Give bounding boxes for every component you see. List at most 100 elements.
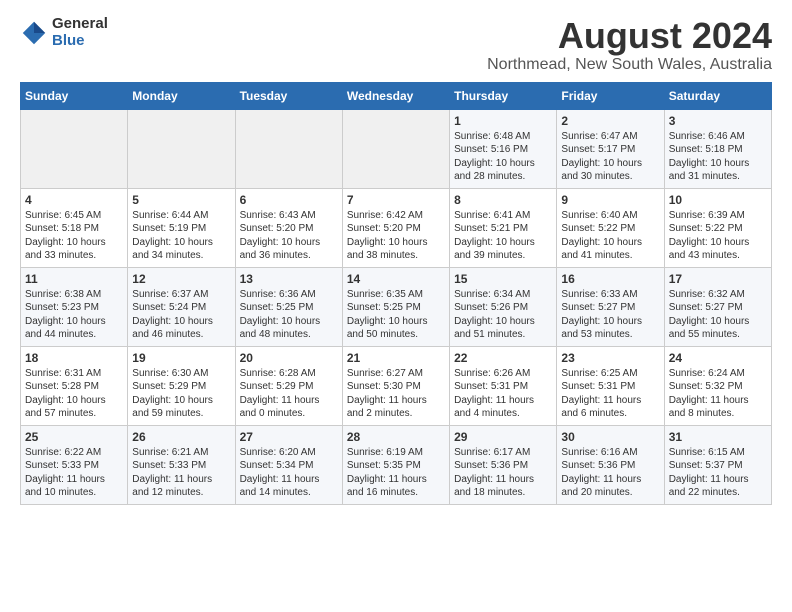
day-number: 24	[669, 351, 767, 365]
day-number: 16	[561, 272, 659, 286]
day-number: 21	[347, 351, 445, 365]
calendar-cell: 12 Sunrise: 6:37 AM Sunset: 5:24 PM Dayli…	[128, 267, 235, 346]
calendar-cell	[342, 109, 449, 188]
day-info: Sunrise: 6:38 AM Sunset: 5:23 PM Dayligh…	[25, 288, 123, 342]
day-number: 18	[25, 351, 123, 365]
logo-icon	[20, 19, 48, 47]
day-number: 13	[240, 272, 338, 286]
day-info: Sunrise: 6:30 AM Sunset: 5:29 PM Dayligh…	[132, 367, 230, 421]
calendar-subtitle: Northmead, New South Wales, Australia	[487, 56, 772, 74]
header: General Blue August 2024 Northmead, New …	[20, 16, 772, 74]
day-info: Sunrise: 6:27 AM Sunset: 5:30 PM Dayligh…	[347, 367, 445, 421]
day-number: 17	[669, 272, 767, 286]
day-number: 29	[454, 430, 552, 444]
calendar-cell: 25Sunrise: 6:22 AM Sunset: 5:33 PM Dayli…	[21, 425, 128, 504]
day-info: Sunrise: 6:24 AM Sunset: 5:32 PM Dayligh…	[669, 367, 767, 421]
calendar-cell: 6 Sunrise: 6:43 AM Sunset: 5:20 PM Daylig…	[235, 188, 342, 267]
day-info: Sunrise: 6:25 AM Sunset: 5:31 PM Dayligh…	[561, 367, 659, 421]
day-info: Sunrise: 6:28 AM Sunset: 5:29 PM Dayligh…	[240, 367, 338, 421]
weekday-header-monday: Monday	[128, 82, 235, 109]
calendar-cell: 20 Sunrise: 6:28 AM Sunset: 5:29 PM Dayli…	[235, 346, 342, 425]
calendar-cell: 2 Sunrise: 6:47 AM Sunset: 5:17 PM Daylig…	[557, 109, 664, 188]
week-row-1: 1 Sunrise: 6:48 AM Sunset: 5:16 PM Daylig…	[21, 109, 772, 188]
day-info: Sunrise: 6:39 AM Sunset: 5:22 PM Dayligh…	[669, 209, 767, 263]
calendar-cell	[21, 109, 128, 188]
day-info: Sunrise: 6:16 AM Sunset: 5:36 PM Dayligh…	[561, 446, 659, 500]
calendar-cell: 24 Sunrise: 6:24 AM Sunset: 5:32 PM Dayli…	[664, 346, 771, 425]
day-info: Sunrise: 6:36 AM Sunset: 5:25 PM Dayligh…	[240, 288, 338, 342]
calendar-title: August 2024	[487, 16, 772, 56]
day-number: 8	[454, 193, 552, 207]
logo: General Blue	[20, 16, 108, 49]
weekday-header-friday: Friday	[557, 82, 664, 109]
day-number: 19	[132, 351, 230, 365]
calendar-cell: 16 Sunrise: 6:33 AM Sunset: 5:27 PM Dayli…	[557, 267, 664, 346]
weekday-header-wednesday: Wednesday	[342, 82, 449, 109]
day-number: 20	[240, 351, 338, 365]
calendar-cell	[235, 109, 342, 188]
calendar-cell: 17Sunrise: 6:32 AM Sunset: 5:27 PM Dayli…	[664, 267, 771, 346]
calendar-cell: 4 Sunrise: 6:45 AM Sunset: 5:18 PM Daylig…	[21, 188, 128, 267]
calendar-cell: 31 Sunrise: 6:15 AM Sunset: 5:37 PM Dayli…	[664, 425, 771, 504]
day-info: Sunrise: 6:19 AM Sunset: 5:35 PM Dayligh…	[347, 446, 445, 500]
calendar-cell: 14 Sunrise: 6:35 AM Sunset: 5:25 PM Dayli…	[342, 267, 449, 346]
calendar-cell: 26 Sunrise: 6:21 AM Sunset: 5:33 PM Dayli…	[128, 425, 235, 504]
day-number: 11	[25, 272, 123, 286]
day-number: 7	[347, 193, 445, 207]
day-number: 4	[25, 193, 123, 207]
calendar-cell: 28 Sunrise: 6:19 AM Sunset: 5:35 PM Dayli…	[342, 425, 449, 504]
day-number: 1	[454, 114, 552, 128]
day-info: Sunrise: 6:26 AM Sunset: 5:31 PM Dayligh…	[454, 367, 552, 421]
day-info: Sunrise: 6:48 AM Sunset: 5:16 PM Dayligh…	[454, 130, 552, 184]
week-row-5: 25Sunrise: 6:22 AM Sunset: 5:33 PM Dayli…	[21, 425, 772, 504]
day-info: Sunrise: 6:15 AM Sunset: 5:37 PM Dayligh…	[669, 446, 767, 500]
day-number: 25	[25, 430, 123, 444]
calendar-cell: 27Sunrise: 6:20 AM Sunset: 5:34 PM Dayli…	[235, 425, 342, 504]
day-info: Sunrise: 6:43 AM Sunset: 5:20 PM Dayligh…	[240, 209, 338, 263]
day-info: Sunrise: 6:37 AM Sunset: 5:24 PM Dayligh…	[132, 288, 230, 342]
day-number: 22	[454, 351, 552, 365]
calendar-cell: 13 Sunrise: 6:36 AM Sunset: 5:25 PM Dayli…	[235, 267, 342, 346]
day-number: 6	[240, 193, 338, 207]
day-number: 14	[347, 272, 445, 286]
calendar-cell: 30 Sunrise: 6:16 AM Sunset: 5:36 PM Dayli…	[557, 425, 664, 504]
day-info: Sunrise: 6:21 AM Sunset: 5:33 PM Dayligh…	[132, 446, 230, 500]
day-number: 26	[132, 430, 230, 444]
day-number: 12	[132, 272, 230, 286]
calendar-cell: 21 Sunrise: 6:27 AM Sunset: 5:30 PM Dayli…	[342, 346, 449, 425]
day-number: 3	[669, 114, 767, 128]
day-number: 2	[561, 114, 659, 128]
calendar-cell: 19 Sunrise: 6:30 AM Sunset: 5:29 PM Dayli…	[128, 346, 235, 425]
weekday-header-sunday: Sunday	[21, 82, 128, 109]
weekday-header-saturday: Saturday	[664, 82, 771, 109]
weekday-header-tuesday: Tuesday	[235, 82, 342, 109]
day-info: Sunrise: 6:35 AM Sunset: 5:25 PM Dayligh…	[347, 288, 445, 342]
logo-general: General	[52, 16, 108, 33]
calendar-cell: 3Sunrise: 6:46 AM Sunset: 5:18 PM Daylig…	[664, 109, 771, 188]
day-number: 28	[347, 430, 445, 444]
weekday-header-thursday: Thursday	[450, 82, 557, 109]
calendar-cell: 29 Sunrise: 6:17 AM Sunset: 5:36 PM Dayli…	[450, 425, 557, 504]
calendar-cell: 11 Sunrise: 6:38 AM Sunset: 5:23 PM Dayli…	[21, 267, 128, 346]
calendar-table: SundayMondayTuesdayWednesdayThursdayFrid…	[20, 82, 772, 505]
day-number: 23	[561, 351, 659, 365]
day-number: 27	[240, 430, 338, 444]
calendar-cell: 10 Sunrise: 6:39 AM Sunset: 5:22 PM Dayli…	[664, 188, 771, 267]
day-info: Sunrise: 6:17 AM Sunset: 5:36 PM Dayligh…	[454, 446, 552, 500]
day-info: Sunrise: 6:33 AM Sunset: 5:27 PM Dayligh…	[561, 288, 659, 342]
day-number: 30	[561, 430, 659, 444]
logo-text: General Blue	[52, 16, 108, 49]
calendar-cell: 18 Sunrise: 6:31 AM Sunset: 5:28 PM Dayli…	[21, 346, 128, 425]
day-info: Sunrise: 6:31 AM Sunset: 5:28 PM Dayligh…	[25, 367, 123, 421]
day-info: Sunrise: 6:45 AM Sunset: 5:18 PM Dayligh…	[25, 209, 123, 263]
day-number: 31	[669, 430, 767, 444]
calendar-cell: 15Sunrise: 6:34 AM Sunset: 5:26 PM Dayli…	[450, 267, 557, 346]
calendar-cell: 7Sunrise: 6:42 AM Sunset: 5:20 PM Daylig…	[342, 188, 449, 267]
calendar-cell: 8Sunrise: 6:41 AM Sunset: 5:21 PM Daylig…	[450, 188, 557, 267]
week-row-4: 18 Sunrise: 6:31 AM Sunset: 5:28 PM Dayli…	[21, 346, 772, 425]
calendar-cell	[128, 109, 235, 188]
day-info: Sunrise: 6:47 AM Sunset: 5:17 PM Dayligh…	[561, 130, 659, 184]
calendar-cell: 5Sunrise: 6:44 AM Sunset: 5:19 PM Daylig…	[128, 188, 235, 267]
calendar-cell: 1 Sunrise: 6:48 AM Sunset: 5:16 PM Daylig…	[450, 109, 557, 188]
day-number: 10	[669, 193, 767, 207]
